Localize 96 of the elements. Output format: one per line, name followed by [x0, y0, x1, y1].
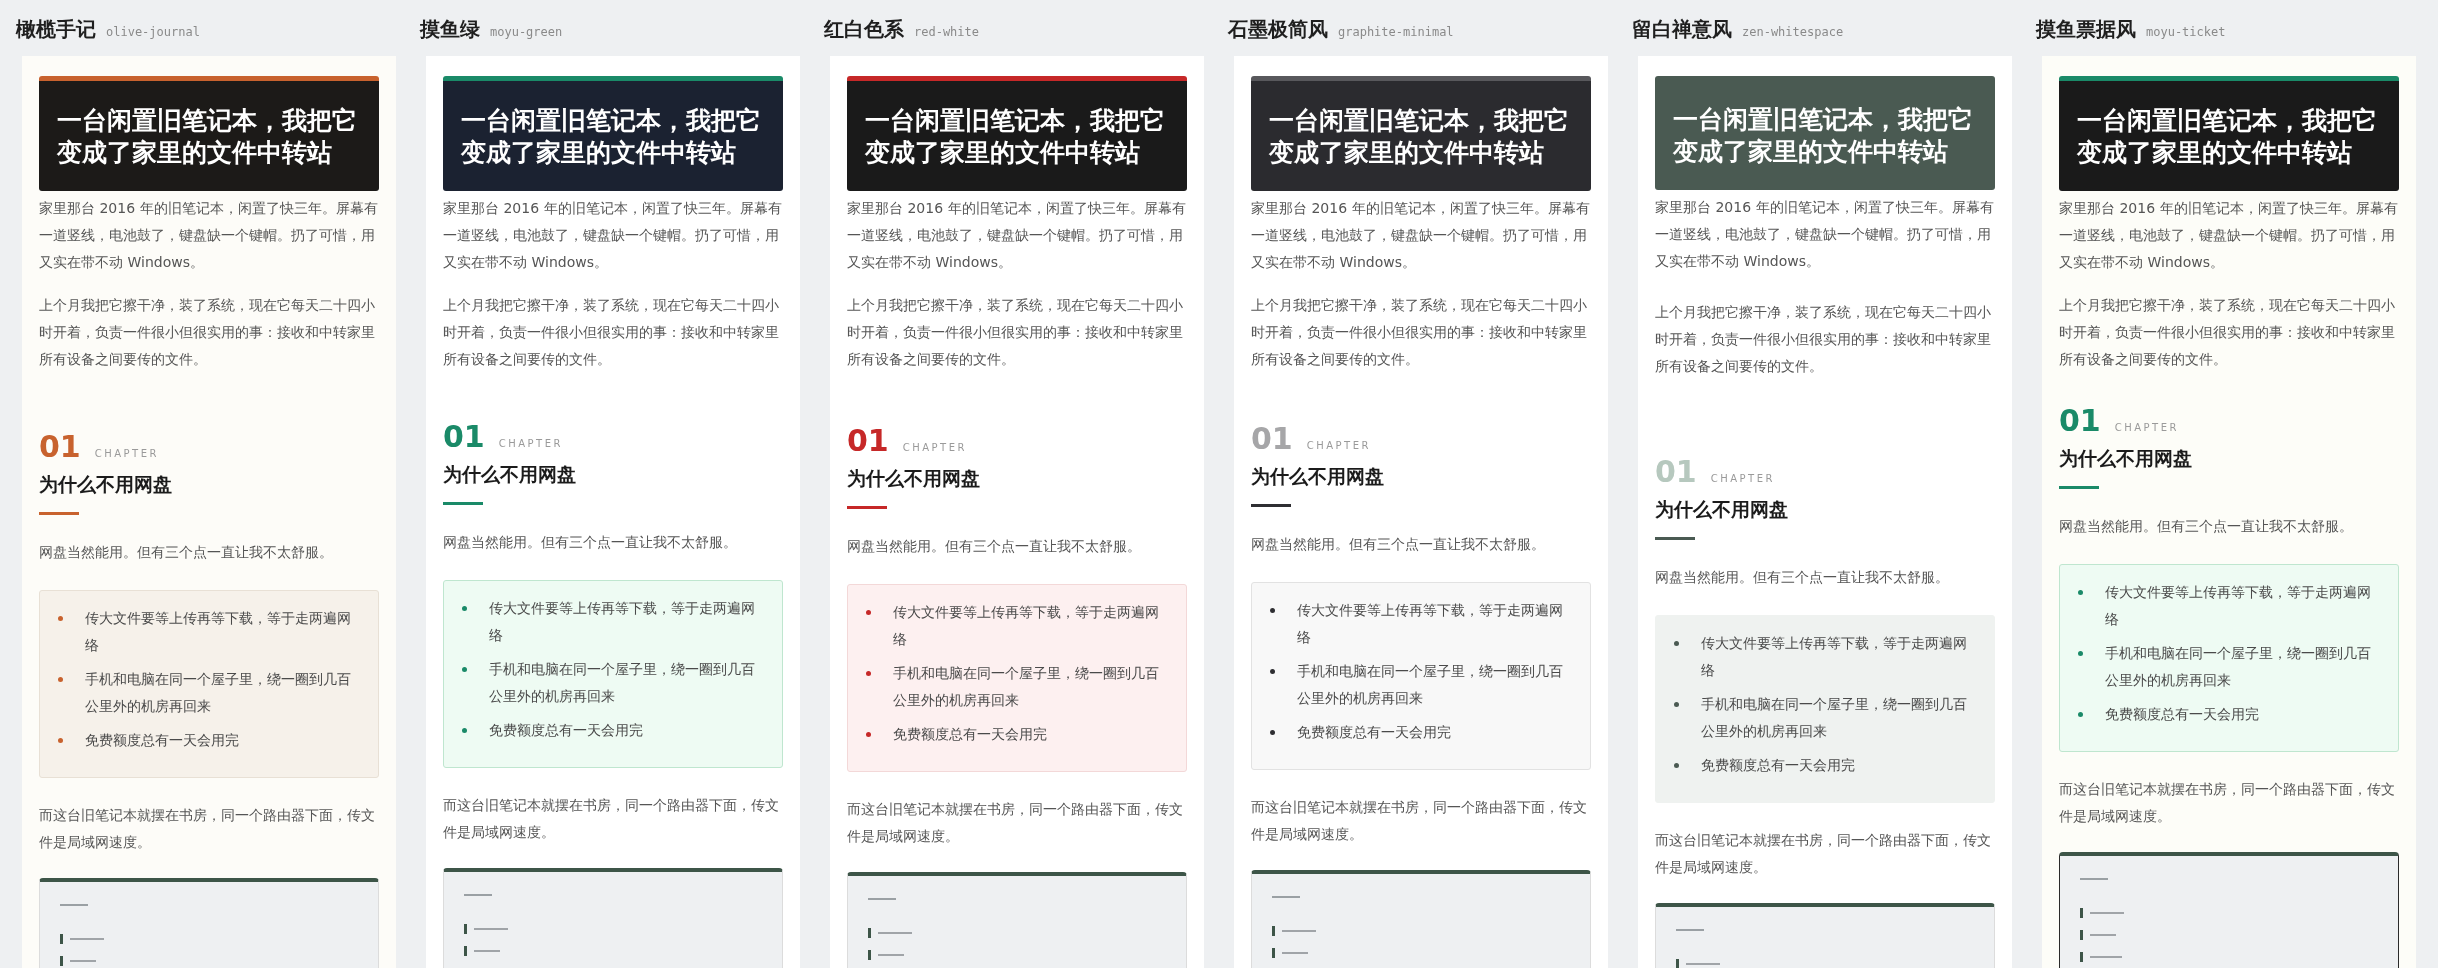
- article-title: 一台闲置旧笔记本，我把它变成了家里的文件中转站: [2077, 105, 2378, 169]
- body-paragraph: 网盘当然能用。但有三个点一直让我不太舒服。: [39, 542, 334, 562]
- list-item-text: 手机和电脑在同一个屋子里，绕一圈到几百公里外的机房再回来: [2105, 643, 2372, 690]
- body-paragraph: 网盘当然能用。但有三个点一直让我不太舒服。: [443, 532, 738, 552]
- list-item-text: 免费额度总有一天会用完: [85, 730, 239, 750]
- bullet-icon: [58, 676, 63, 682]
- list-item-text: 传大文件要等上传再等下载，等于走两遍网络: [489, 598, 756, 645]
- list-item-text: 手机和电脑在同一个屋子里，绕一圈到几百公里外的机房再回来: [1297, 661, 1564, 708]
- article-title: 一台闲置旧笔记本，我把它变成了家里的文件中转站: [57, 105, 358, 169]
- article-title: 一台闲置旧笔记本，我把它变成了家里的文件中转站: [1673, 104, 1974, 168]
- body-paragraph: 而这台旧笔记本就摆在书房，同一个路由器下面，传文件是局域网速度。: [1655, 830, 1992, 877]
- chapter-number: 01: [847, 422, 889, 458]
- body-paragraph: 网盘当然能用。但有三个点一直让我不太舒服。: [2059, 516, 2354, 536]
- bullet-icon: [58, 615, 63, 621]
- body-paragraph: 网盘当然能用。但有三个点一直让我不太舒服。: [847, 536, 1142, 556]
- list-item-text: 手机和电脑在同一个屋子里，绕一圈到几百公里外的机房再回来: [1701, 694, 1968, 741]
- body-paragraph: 家里那台 2016 年的旧笔记本，闲置了快三年。屏幕有一道竖线，电池鼓了，键盘缺一个键帽。扔了可惜，用又实在带不动 Windows。: [1251, 198, 1591, 272]
- list-item-text: 手机和电脑在同一个屋子里，绕一圈到几百公里外的机房再回来: [489, 659, 756, 706]
- list-item-text: 传大文件要等上传再等下载，等于走两遍网络: [85, 608, 352, 655]
- body-paragraph: 而这台旧笔记本就摆在书房，同一个路由器下面，传文件是局域网速度。: [1251, 797, 1588, 844]
- theme-name: 橄榄手记: [16, 16, 96, 43]
- chapter-number: 01: [2059, 402, 2101, 438]
- body-paragraph: 而这台旧笔记本就摆在书房，同一个路由器下面，传文件是局域网速度。: [2059, 779, 2396, 826]
- section-heading: 为什么不用网盘: [443, 461, 577, 487]
- body-paragraph: 而这台旧笔记本就摆在书房，同一个路由器下面，传文件是局域网速度。: [39, 805, 376, 852]
- bullet-icon: [58, 737, 63, 743]
- article-title: 一台闲置旧笔记本，我把它变成了家里的文件中转站: [1269, 105, 1570, 169]
- section-heading: 为什么不用网盘: [39, 471, 173, 497]
- bullet-icon: [866, 731, 871, 737]
- list-item-text: 免费额度总有一天会用完: [2105, 704, 2259, 724]
- bullet-icon: [866, 670, 871, 676]
- list-item-text: 免费额度总有一天会用完: [893, 724, 1047, 744]
- bullet-icon: [2078, 711, 2083, 717]
- bullet-icon: [2078, 589, 2083, 595]
- body-paragraph: 上个月我把它擦干净，装了系统，现在它每天二十四小时开着，负责一件很小但很实用的事：接收和中转家里所有设备之间要传的文件。: [847, 295, 1184, 369]
- bullet-icon: [462, 666, 467, 672]
- body-paragraph: 上个月我把它擦干净，装了系统，现在它每天二十四小时开着，负责一件很小但很实用的事：接收和中转家里所有设备之间要传的文件。: [443, 295, 780, 369]
- bullet-icon: [462, 605, 467, 611]
- body-paragraph: 而这台旧笔记本就摆在书房，同一个路由器下面，传文件是局域网速度。: [443, 795, 780, 842]
- body-paragraph: 家里那台 2016 年的旧笔记本，闲置了快三年。屏幕有一道竖线，电池鼓了，键盘缺一个键帽。扔了可惜，用又实在带不动 Windows。: [847, 198, 1187, 272]
- theme-name: 红白色系: [824, 16, 904, 43]
- bullet-icon: [1674, 762, 1679, 768]
- theme-slug: olive-journal: [106, 25, 200, 39]
- chapter-number: 01: [39, 428, 81, 464]
- list-item-text: 传大文件要等上传再等下载，等于走两遍网络: [2105, 582, 2372, 629]
- chapter-label: CHAPTER: [1306, 439, 1371, 451]
- chapter-label: CHAPTER: [2114, 421, 2179, 433]
- bullet-icon: [1270, 607, 1275, 613]
- list-item-text: 免费额度总有一天会用完: [1701, 755, 1855, 775]
- body-paragraph: 而这台旧笔记本就摆在书房，同一个路由器下面，传文件是局域网速度。: [847, 799, 1184, 846]
- list-item-text: 传大文件要等上传再等下载，等于走两遍网络: [1701, 633, 1968, 680]
- section-heading: 为什么不用网盘: [1251, 463, 1385, 489]
- theme-name: 摸鱼票据风: [2036, 16, 2136, 43]
- theme-name: 石墨极简风: [1228, 16, 1328, 43]
- bullet-icon: [1674, 701, 1679, 707]
- theme-name: 留白禅意风: [1632, 16, 1732, 43]
- bullet-icon: [1270, 729, 1275, 735]
- chapter-number: 01: [1655, 453, 1697, 489]
- bullet-icon: [2078, 650, 2083, 656]
- theme-slug: moyu-ticket: [2146, 25, 2226, 39]
- section-heading: 为什么不用网盘: [1655, 496, 1789, 522]
- body-paragraph: 家里那台 2016 年的旧笔记本，闲置了快三年。屏幕有一道竖线，电池鼓了，键盘缺一个键帽。扔了可惜，用又实在带不动 Windows。: [443, 198, 783, 272]
- article-title: 一台闲置旧笔记本，我把它变成了家里的文件中转站: [865, 105, 1166, 169]
- chapter-label: CHAPTER: [94, 447, 159, 459]
- section-heading: 为什么不用网盘: [2059, 445, 2193, 471]
- theme-slug: red-white: [914, 25, 980, 39]
- body-paragraph: 网盘当然能用。但有三个点一直让我不太舒服。: [1251, 534, 1546, 554]
- body-paragraph: 家里那台 2016 年的旧笔记本，闲置了快三年。屏幕有一道竖线，电池鼓了，键盘缺一个键帽。扔了可惜，用又实在带不动 Windows。: [39, 198, 379, 272]
- list-item-text: 免费额度总有一天会用完: [489, 720, 643, 740]
- bullet-icon: [462, 727, 467, 733]
- theme-slug: graphite-minimal: [1338, 25, 1454, 39]
- chapter-label: CHAPTER: [498, 437, 563, 449]
- bullet-icon: [1674, 640, 1679, 646]
- body-paragraph: 网盘当然能用。但有三个点一直让我不太舒服。: [1655, 567, 1950, 587]
- theme-name: 摸鱼绿: [420, 16, 480, 43]
- chapter-number: 01: [443, 418, 485, 454]
- bullet-icon: [866, 609, 871, 615]
- list-item-text: 免费额度总有一天会用完: [1297, 722, 1451, 742]
- body-paragraph: 上个月我把它擦干净，装了系统，现在它每天二十四小时开着，负责一件很小但很实用的事：接收和中转家里所有设备之间要传的文件。: [1251, 295, 1588, 369]
- body-paragraph: 上个月我把它擦干净，装了系统，现在它每天二十四小时开着，负责一件很小但很实用的事：接收和中转家里所有设备之间要传的文件。: [2059, 295, 2396, 369]
- body-paragraph: 上个月我把它擦干净，装了系统，现在它每天二十四小时开着，负责一件很小但很实用的事：接收和中转家里所有设备之间要传的文件。: [1655, 302, 1992, 376]
- chapter-label: CHAPTER: [902, 441, 967, 453]
- list-item-text: 传大文件要等上传再等下载，等于走两遍网络: [1297, 600, 1564, 647]
- section-heading: 为什么不用网盘: [847, 465, 981, 491]
- theme-slug: moyu-green: [490, 25, 563, 39]
- list-item-text: 手机和电脑在同一个屋子里，绕一圈到几百公里外的机房再回来: [85, 669, 352, 716]
- bullet-icon: [1270, 668, 1275, 674]
- chapter-label: CHAPTER: [1710, 472, 1775, 484]
- body-paragraph: 上个月我把它擦干净，装了系统，现在它每天二十四小时开着，负责一件很小但很实用的事：接收和中转家里所有设备之间要传的文件。: [39, 295, 376, 369]
- body-paragraph: 家里那台 2016 年的旧笔记本，闲置了快三年。屏幕有一道竖线，电池鼓了，键盘缺一个键帽。扔了可惜，用又实在带不动 Windows。: [2059, 198, 2399, 272]
- list-item-text: 传大文件要等上传再等下载，等于走两遍网络: [893, 602, 1160, 649]
- theme-slug: zen-whitespace: [1742, 25, 1844, 39]
- chapter-number: 01: [1251, 420, 1293, 456]
- list-item-text: 手机和电脑在同一个屋子里，绕一圈到几百公里外的机房再回来: [893, 663, 1160, 710]
- article-title: 一台闲置旧笔记本，我把它变成了家里的文件中转站: [461, 105, 762, 169]
- body-paragraph: 家里那台 2016 年的旧笔记本，闲置了快三年。屏幕有一道竖线，电池鼓了，键盘缺一个键帽。扔了可惜，用又实在带不动 Windows。: [1655, 197, 1995, 271]
